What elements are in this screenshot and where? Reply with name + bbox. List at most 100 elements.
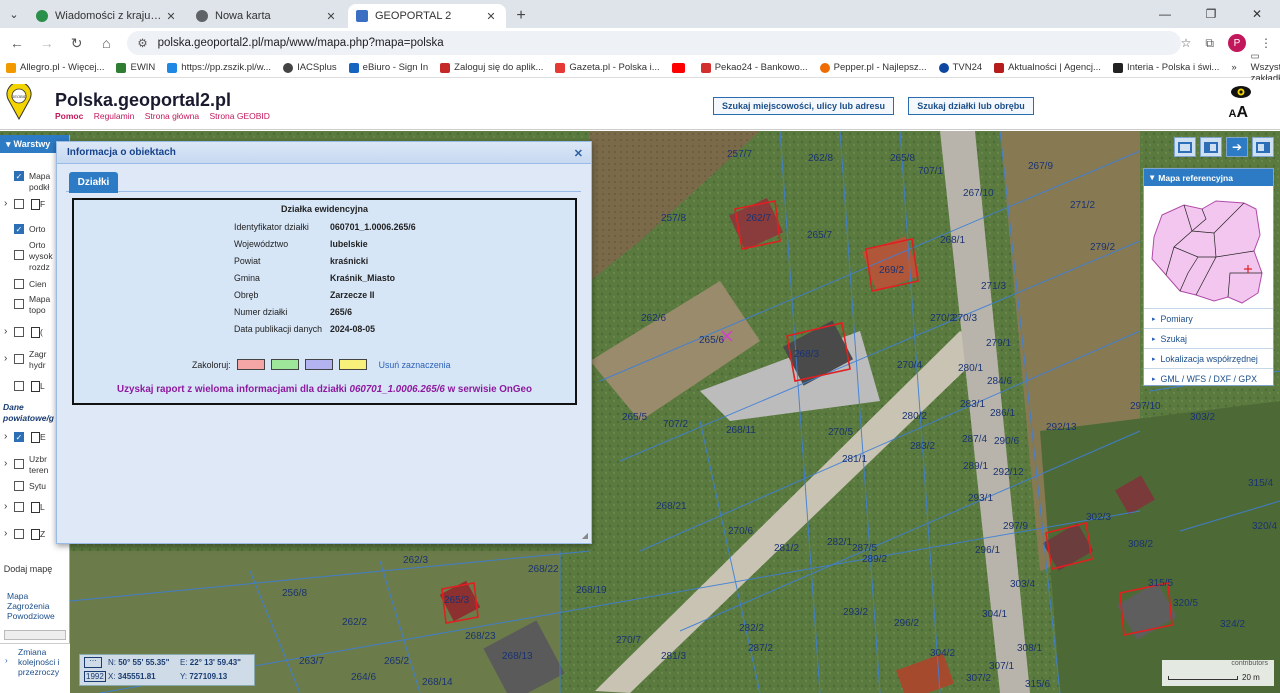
coord-format-icon[interactable]: ⋯ — [84, 657, 102, 668]
bookmarks-more-icon[interactable]: » — [1231, 62, 1236, 73]
layer-checkbox[interactable] — [14, 481, 24, 491]
coord-system-button[interactable]: 1992 — [84, 671, 106, 682]
bookmarks-bar: Allegro.pl - Więcej... EWIN https://pp.z… — [0, 51, 1280, 84]
color-swatch-blue[interactable] — [304, 359, 333, 370]
bookmark-item[interactable]: IACSplus — [283, 62, 337, 73]
add-map-button[interactable]: Dodaj mapę — [0, 563, 56, 575]
parcel-label: 304/2 — [930, 648, 956, 659]
bookmark-item[interactable]: https://pp.zszik.pl/w... — [167, 62, 271, 73]
geobid-logo[interactable]: GEOBID — [6, 84, 32, 120]
object-info-dialog[interactable]: Informacja o obiektach ✕ Działki Działka… — [56, 141, 592, 544]
bookmark-item-youtube[interactable] — [671, 62, 689, 73]
layout-full-icon[interactable] — [1174, 137, 1196, 157]
expand-icon[interactable]: › — [4, 529, 12, 539]
close-icon[interactable]: ✕ — [574, 147, 583, 160]
bookmark-item[interactable]: TVN24 — [938, 62, 982, 73]
window-controls: — ❐ ✕ — [1142, 0, 1280, 28]
search-parcel-button[interactable]: Szukaj działki lub obrębu — [908, 97, 1034, 115]
minimize-icon[interactable]: — — [1142, 0, 1188, 28]
reference-map-header[interactable]: ▾ Mapa referencyjna — [1144, 169, 1273, 186]
eye-icon[interactable] — [1230, 85, 1252, 99]
layer-checkbox[interactable] — [14, 502, 24, 512]
report-link[interactable]: Uzyskaj raport z wieloma informacjami dl… — [74, 384, 575, 395]
tab-close-icon[interactable]: ✕ — [164, 10, 178, 23]
bookmark-item[interactable]: Gazeta.pl - Polska i... — [555, 62, 660, 73]
color-swatch-yellow[interactable] — [338, 359, 367, 370]
color-swatch-green[interactable] — [270, 359, 299, 370]
color-swatch-red[interactable] — [236, 359, 265, 370]
layer-doc-icon — [31, 327, 40, 338]
poland-reference-map[interactable] — [1144, 187, 1273, 307]
menu-icon[interactable]: ⋮ — [1260, 36, 1272, 50]
site-title[interactable]: Polska.geoportal2.pl — [55, 90, 231, 111]
layer-checkbox[interactable] — [14, 381, 24, 391]
layout-left-panel-icon[interactable] — [1200, 137, 1222, 157]
bookmark-item[interactable]: Zaloguj się do aplik... — [440, 62, 543, 73]
link-help[interactable]: Pomoc — [55, 111, 83, 121]
tab-search-icon[interactable]: ⌄ — [0, 0, 28, 28]
extensions-icon[interactable]: ⧉ — [1205, 36, 1214, 51]
scale-bar: contributors 20 m — [1162, 660, 1274, 686]
browser-tab[interactable]: Nowa karta ✕ — [188, 4, 346, 28]
browser-tab-active[interactable]: GEOPORTAL 2 ✕ — [348, 4, 506, 28]
bookmark-item[interactable]: eBiuro - Sign In — [348, 62, 428, 73]
layer-checkbox[interactable] — [14, 529, 24, 539]
url-bar[interactable]: ⚙ polska.geoportal2.pl/map/www/mapa.php?… — [127, 31, 1181, 55]
search-address-button[interactable]: Szukaj miejscowości, ulicy lub adresu — [713, 97, 894, 115]
menu-measurements[interactable]: Pomiary — [1144, 308, 1273, 328]
expand-icon[interactable]: › — [4, 432, 12, 442]
bookmark-star-icon[interactable]: ☆ — [1181, 36, 1192, 50]
expand-icon[interactable]: › — [4, 327, 12, 337]
bookmark-item[interactable]: EWIN — [116, 62, 155, 73]
tab-dzialki[interactable]: Działki — [69, 172, 118, 193]
layer-checkbox[interactable]: ✓ — [14, 224, 24, 234]
layer-checkbox[interactable] — [14, 327, 24, 337]
layer-checkbox[interactable] — [14, 279, 24, 289]
layout-right-panel-icon[interactable] — [1252, 137, 1274, 157]
expand-icon[interactable]: › — [4, 354, 12, 364]
tab-close-icon[interactable]: ✕ — [324, 10, 338, 23]
profile-avatar[interactable]: P — [1228, 34, 1246, 52]
resize-handle-icon[interactable]: ◢ — [582, 531, 588, 540]
close-window-icon[interactable]: ✕ — [1234, 0, 1280, 28]
layer-checkbox[interactable] — [14, 250, 24, 260]
new-tab-button[interactable]: + — [508, 4, 534, 28]
export-arrow-icon[interactable]: ➔ — [1226, 137, 1248, 157]
clear-selection-link[interactable]: Usuń zaznaczenia — [379, 360, 451, 370]
coord-n: 50° 55' 55.35" — [118, 658, 170, 667]
menu-search[interactable]: Szukaj — [1144, 328, 1273, 348]
expand-icon[interactable]: › — [4, 199, 12, 209]
home-icon[interactable]: ⌂ — [93, 30, 119, 56]
site-info-icon[interactable]: ⚙ — [137, 36, 147, 50]
layer-checkbox[interactable] — [14, 459, 24, 469]
expand-icon[interactable]: › — [4, 502, 12, 512]
layer-checkbox[interactable] — [14, 199, 24, 209]
link-terms[interactable]: Regulamin — [94, 111, 135, 121]
dialog-header[interactable]: Informacja o obiektach — [57, 142, 591, 164]
link-geobid[interactable]: Strona GEOBID — [209, 111, 269, 121]
layer-checkbox[interactable] — [14, 354, 24, 364]
forward-icon[interactable]: → — [34, 30, 60, 56]
font-size-toggle[interactable]: AA — [1228, 104, 1248, 122]
restore-icon[interactable]: ❐ — [1188, 0, 1234, 28]
tab-close-icon[interactable]: ✕ — [484, 10, 498, 23]
bookmark-item[interactable]: Allegro.pl - Więcej... — [6, 62, 104, 73]
menu-coordinate-location[interactable]: Lokalizacja współrzędnej — [1144, 348, 1273, 368]
layer-checkbox[interactable] — [14, 299, 24, 309]
link-home[interactable]: Strona główna — [145, 111, 199, 121]
layer-checkbox[interactable]: ✓ — [14, 171, 24, 181]
expand-icon[interactable]: › — [4, 459, 12, 469]
horizontal-scrollbar[interactable] — [4, 630, 66, 640]
layer-checkbox[interactable]: ✓ — [14, 432, 24, 442]
back-icon[interactable]: ← — [4, 30, 30, 56]
browser-tab[interactable]: Wiadomości z kraju i ze świata ✕ — [28, 4, 186, 28]
bookmark-item[interactable]: Aktualności | Agencj... — [994, 62, 1101, 73]
bookmark-item[interactable]: Interia - Polska i świ... — [1112, 62, 1219, 73]
flood-map-link[interactable]: Mapa Zagrożenia Powodziowe — [7, 591, 67, 621]
menu-gml-wfs-dxf-gpx[interactable]: GML / WFS / DXF / GPX — [1144, 368, 1273, 388]
bookmark-item[interactable]: Pepper.pl - Najlepsz... — [819, 62, 927, 73]
bookmark-item[interactable]: Pekao24 - Bankowo... — [700, 62, 808, 73]
tab-favicon-icon — [356, 10, 368, 22]
change-order-panel[interactable]: › Zmiana kolejności i przezroczy — [0, 643, 70, 693]
reload-icon[interactable]: ↻ — [64, 30, 90, 56]
